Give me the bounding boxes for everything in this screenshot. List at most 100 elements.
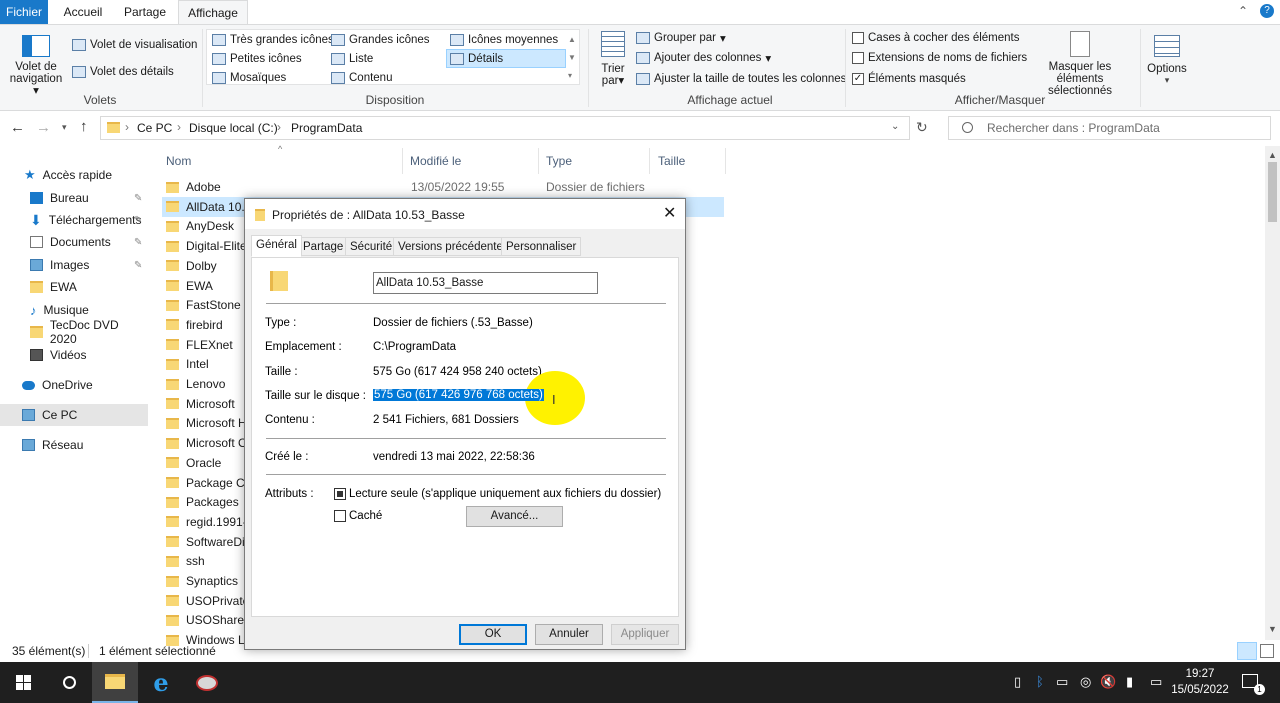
- tab-view[interactable]: Affichage: [178, 0, 248, 25]
- tab-file[interactable]: Fichier: [0, 0, 48, 24]
- forward-arrow-icon[interactable]: →: [36, 119, 51, 136]
- tray-device-icon[interactable]: ▯: [1014, 674, 1021, 690]
- tray-card-icon[interactable]: ▭: [1056, 674, 1068, 690]
- nav-onedrive[interactable]: OneDrive: [0, 374, 148, 396]
- collapse-ribbon-icon[interactable]: ⌃: [1238, 4, 1248, 18]
- app-taskbar-button[interactable]: [184, 662, 230, 703]
- column-modified[interactable]: Modifié le: [410, 154, 461, 168]
- file-explorer-taskbar-button[interactable]: [92, 662, 138, 703]
- cancel-button[interactable]: Annuler: [535, 624, 603, 645]
- readonly-label: Lecture seule (s'applique uniquement aux…: [349, 488, 662, 500]
- tab-home[interactable]: Accueil: [56, 0, 110, 24]
- file-row[interactable]: Adobe 13/05/2022 19:55 Dossier de fichiers: [166, 177, 726, 197]
- clock[interactable]: 19:27 15/05/2022: [1168, 666, 1232, 698]
- sort-by-button[interactable]: Trier par▾: [598, 29, 628, 87]
- nav-downloads[interactable]: ⬇ Téléchargements ✎: [0, 209, 148, 231]
- group-by-button[interactable]: Grouper par ▾: [636, 29, 726, 47]
- nav-documents[interactable]: Documents ✎: [0, 231, 148, 253]
- tab-share[interactable]: Partage: [116, 0, 174, 24]
- nav-quick-access[interactable]: ★ Accès rapide: [0, 164, 148, 186]
- keyboard-icon[interactable]: ▭: [1150, 674, 1162, 690]
- preview-pane-button[interactable]: Volet de visualisation: [72, 36, 197, 54]
- tab-general[interactable]: Général: [251, 235, 302, 257]
- layout-tiles[interactable]: Mosaïques: [212, 69, 286, 87]
- computer-icon: [22, 409, 35, 421]
- nav-network[interactable]: Réseau: [0, 434, 148, 456]
- details-pane-button[interactable]: Volet des détails: [72, 63, 174, 81]
- nav-this-pc[interactable]: Ce PC: [0, 404, 148, 426]
- network-icon[interactable]: ◎: [1080, 674, 1091, 690]
- tab-sharing[interactable]: Partage: [298, 237, 349, 256]
- vertical-scrollbar[interactable]: ▲ ▼: [1265, 146, 1280, 640]
- column-divider[interactable]: [649, 148, 650, 174]
- options-button[interactable]: Options ▾: [1146, 33, 1188, 86]
- documents-icon: [30, 236, 43, 248]
- large-icons-view-icon[interactable]: [1260, 644, 1274, 658]
- nav-ewa[interactable]: EWA: [0, 276, 148, 298]
- disk-size-value[interactable]: 575 Go (617 426 976 768 octets): [373, 389, 544, 401]
- apply-button[interactable]: Appliquer: [611, 624, 679, 645]
- column-divider[interactable]: [538, 148, 539, 174]
- close-icon[interactable]: ✕: [663, 203, 676, 223]
- dialog-titlebar[interactable]: Propriétés de : AllData 10.53_Basse ✕: [245, 199, 685, 229]
- back-arrow-icon[interactable]: ←: [10, 119, 25, 136]
- microphone-icon[interactable]: ▮: [1126, 674, 1133, 690]
- up-arrow-icon[interactable]: ↑: [80, 118, 88, 135]
- nav-pane-button[interactable]: Volet de navigation ▾: [8, 29, 64, 97]
- details-view-icon[interactable]: [1237, 642, 1257, 660]
- hide-selected-button[interactable]: Masquer les éléments sélectionnés: [1024, 29, 1136, 97]
- tab-customize[interactable]: Personnaliser: [501, 237, 582, 256]
- chevron-right-icon[interactable]: ›: [177, 120, 181, 134]
- item-checkboxes-toggle[interactable]: Cases à cocher des éléments: [852, 29, 1020, 47]
- column-divider[interactable]: [725, 148, 726, 174]
- folder-name-input[interactable]: AllData 10.53_Basse: [373, 272, 598, 294]
- nav-tecdoc[interactable]: TecDoc DVD 2020: [0, 318, 148, 346]
- layout-small[interactable]: Petites icônes: [212, 50, 302, 68]
- readonly-checkbox[interactable]: [334, 488, 346, 500]
- column-divider[interactable]: [402, 148, 403, 174]
- hidden-items-toggle[interactable]: ✓ Éléments masqués: [852, 70, 966, 88]
- address-dropdown-icon[interactable]: ⌄: [891, 121, 899, 132]
- breadcrumb-programdata[interactable]: ProgramData: [291, 121, 362, 135]
- nav-pictures[interactable]: Images ✎: [0, 254, 148, 276]
- nav-desktop[interactable]: Bureau ✎: [0, 187, 148, 209]
- layout-list[interactable]: Liste: [331, 50, 373, 68]
- layout-large[interactable]: Grandes icônes: [331, 31, 430, 49]
- layout-details[interactable]: Détails: [446, 49, 566, 68]
- nav-videos[interactable]: Vidéos: [0, 344, 148, 366]
- column-size[interactable]: Taille: [658, 154, 685, 168]
- bluetooth-icon[interactable]: ᛒ: [1036, 674, 1044, 689]
- refresh-icon[interactable]: ↻: [916, 119, 928, 136]
- column-name[interactable]: Nom: [166, 154, 191, 168]
- scroll-up-icon[interactable]: ▲: [1268, 150, 1277, 160]
- add-columns-button[interactable]: Ajouter des colonnes ▾: [636, 49, 771, 67]
- checkbox-unchecked-icon: [852, 32, 864, 44]
- tab-previous-versions[interactable]: Versions précédentes: [393, 237, 514, 256]
- fit-columns-button[interactable]: Ajuster la taille de toutes les colonnes: [636, 70, 846, 88]
- help-icon[interactable]: ?: [1260, 4, 1274, 18]
- tab-security[interactable]: Sécurité: [345, 237, 398, 256]
- column-type[interactable]: Type: [546, 154, 572, 168]
- file-extensions-toggle[interactable]: Extensions de noms de fichiers: [852, 49, 1027, 67]
- breadcrumb-this-pc[interactable]: Ce PC: [137, 121, 172, 135]
- ie-taskbar-button[interactable]: e: [138, 662, 184, 703]
- layout-medium[interactable]: Icônes moyennes: [450, 31, 558, 49]
- search-taskbar-button[interactable]: [46, 662, 92, 703]
- address-bar[interactable]: › Ce PC › Disque local (C:) › ProgramDat…: [100, 116, 910, 140]
- add-columns-icon: [636, 52, 650, 64]
- layout-extra-large[interactable]: Très grandes icônes: [212, 31, 334, 49]
- recent-locations-icon[interactable]: ▾: [62, 122, 67, 133]
- speaker-muted-icon[interactable]: 🔇: [1100, 674, 1116, 690]
- layout-scroll-icon[interactable]: ▲ ▼ ▾: [568, 31, 576, 85]
- breadcrumb-local-disk[interactable]: Disque local (C:): [189, 121, 278, 135]
- chevron-right-icon[interactable]: ›: [277, 120, 281, 134]
- start-button[interactable]: [0, 662, 46, 703]
- advanced-button[interactable]: Avancé...: [466, 506, 563, 527]
- folder-icon: [166, 319, 179, 331]
- search-input[interactable]: Rechercher dans : ProgramData: [948, 116, 1271, 140]
- scroll-down-icon[interactable]: ▼: [1268, 624, 1277, 634]
- hidden-checkbox[interactable]: [334, 510, 346, 522]
- scrollbar-thumb[interactable]: [1268, 162, 1277, 222]
- ok-button[interactable]: OK: [459, 624, 527, 645]
- layout-content[interactable]: Contenu: [331, 69, 392, 87]
